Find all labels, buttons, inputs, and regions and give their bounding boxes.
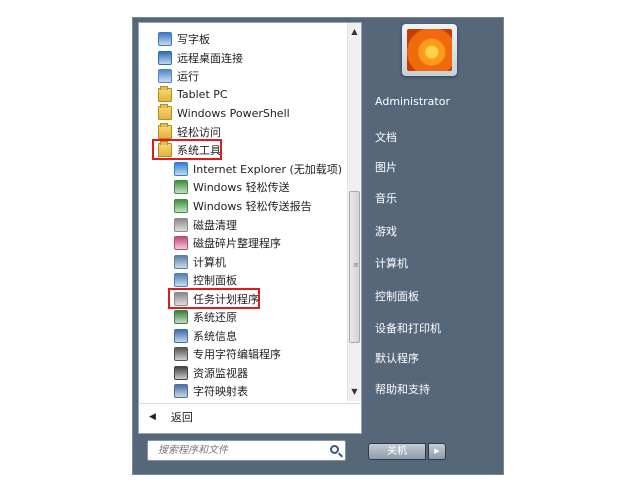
program-label: Windows 轻松传送	[193, 181, 290, 195]
scroll-up-arrow-icon[interactable]: ▲	[348, 25, 361, 39]
grip-icon: ≡	[353, 261, 359, 269]
back-arrow-icon: ◀	[149, 412, 156, 422]
control-panel-icon	[174, 273, 188, 288]
program-label: Internet Explorer (无加载项)	[193, 162, 343, 176]
program-label: Tablet PC	[177, 88, 228, 102]
easy-transfer-report-icon	[174, 198, 188, 213]
program-item[interactable]: 轻松访问	[139, 122, 347, 141]
computer-icon	[174, 254, 188, 269]
shutdown-options-arrow-icon[interactable]: ▶	[428, 443, 446, 460]
easy-transfer-icon	[174, 180, 188, 195]
search-box[interactable]	[147, 440, 346, 461]
program-item[interactable]: 系统还原	[139, 308, 347, 326]
program-label: 字符映射表	[193, 385, 248, 399]
programs-pane: 写字板远程桌面连接 运行 Tablet PC Windows PowerShell 轻松…	[138, 22, 362, 434]
program-label: Windows PowerShell	[177, 106, 290, 120]
disk-cleanup-icon	[174, 217, 188, 232]
program-label: 磁盘清理	[193, 218, 237, 232]
program-label: Windows 轻松传送报告	[193, 199, 312, 213]
scroll-thumb[interactable]: ≡	[349, 191, 360, 343]
right-menu-item[interactable]: 图片	[375, 159, 397, 175]
remote-desktop-icon	[158, 50, 172, 65]
search-icon[interactable]	[330, 445, 339, 454]
program-item[interactable]: Windows 轻松传送报告	[139, 197, 347, 215]
program-item[interactable]: Internet Explorer (无加载项)	[139, 160, 347, 178]
wordpad-icon	[158, 32, 172, 46]
programs-list: 写字板远程桌面连接 运行 Tablet PC Windows PowerShell 轻松…	[139, 23, 347, 401]
program-item[interactable]: 字符映射表	[139, 382, 347, 400]
right-menu-item[interactable]: 默认程序	[375, 350, 419, 366]
char-editor-icon	[174, 347, 188, 362]
program-label: 专用字符编辑程序	[193, 348, 281, 362]
system-restore-icon	[174, 310, 188, 325]
program-item[interactable]: 远程桌面连接	[139, 49, 347, 67]
right-menu-item[interactable]: 帮助和支持	[375, 381, 430, 397]
right-menu-item[interactable]: 音乐	[375, 190, 397, 206]
highlight-box	[152, 139, 222, 161]
programs-scrollbar[interactable]: ▲ ≡ ▼	[347, 23, 361, 401]
search-input[interactable]	[156, 444, 330, 457]
program-label: 写字板	[177, 33, 210, 46]
user-avatar	[407, 29, 452, 71]
right-menu-item[interactable]: 文档	[375, 129, 397, 145]
program-label: 控制面板	[193, 274, 237, 288]
char-map-icon	[174, 384, 188, 399]
folder-icon	[158, 122, 172, 139]
resource-monitor-icon	[174, 365, 188, 380]
scroll-down-arrow-icon[interactable]: ▼	[348, 385, 361, 399]
internet-explorer-icon	[174, 161, 188, 176]
program-item[interactable]: 资源监视器	[139, 364, 347, 382]
back-label: 返回	[170, 411, 193, 424]
program-item[interactable]: Tablet PC	[139, 85, 347, 104]
program-item[interactable]: 磁盘碎片整理程序	[139, 234, 347, 252]
shutdown-button[interactable]: 关机	[368, 443, 426, 460]
program-item[interactable]: 计算机	[139, 253, 347, 271]
right-menu-item[interactable]: 计算机	[375, 255, 408, 271]
program-label: 系统信息	[193, 329, 237, 343]
program-item[interactable]: 磁盘清理	[139, 216, 347, 234]
system-info-icon	[174, 328, 188, 343]
highlight-box	[168, 287, 260, 309]
program-item[interactable]: 运行	[139, 67, 347, 85]
program-item[interactable]: Windows 轻松传送	[139, 178, 347, 196]
user-avatar-frame[interactable]	[402, 24, 457, 76]
program-label: 运行	[177, 70, 199, 84]
right-menu-item[interactable]: 游戏	[375, 223, 397, 239]
program-item[interactable]: 控制面板	[139, 271, 347, 289]
folder-icon	[158, 85, 172, 102]
program-item[interactable]: Windows PowerShell	[139, 104, 347, 122]
folder-icon	[158, 104, 172, 121]
program-label: 资源监视器	[193, 366, 248, 380]
defragmenter-icon	[174, 236, 188, 251]
program-item[interactable]: 系统信息	[139, 327, 347, 345]
user-name-link[interactable]: Administrator	[375, 95, 450, 108]
program-label: 计算机	[193, 255, 226, 269]
program-label: 远程桌面连接	[177, 51, 243, 65]
run-icon	[158, 69, 172, 84]
back-button[interactable]: ◀ 返回	[139, 403, 361, 430]
program-item[interactable]: 写字板	[139, 30, 347, 48]
program-label: 系统还原	[193, 311, 237, 325]
program-label: 磁盘碎片整理程序	[193, 237, 281, 251]
right-menu-item[interactable]: 控制面板	[375, 288, 419, 304]
program-item[interactable]: 专用字符编辑程序	[139, 345, 347, 363]
program-label: 轻松访问	[177, 125, 221, 139]
right-menu-item[interactable]: 设备和打印机	[375, 320, 441, 336]
